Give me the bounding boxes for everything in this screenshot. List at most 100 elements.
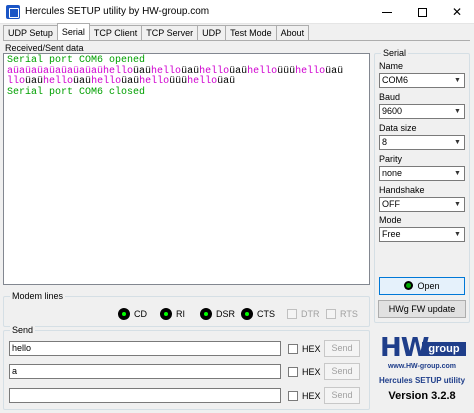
received-segment: üüü <box>277 65 296 77</box>
app-name: Hercules SETUP utility <box>378 376 466 385</box>
received-label: Received/Sent data <box>5 43 84 53</box>
ri-led-icon <box>160 308 172 320</box>
logo-group-text: group <box>422 342 466 356</box>
open-button[interactable]: Open <box>379 277 465 295</box>
logo-url: www.HW-group.com <box>387 363 457 370</box>
hex-label-1: HEX <box>302 344 321 354</box>
received-segment: üaü <box>25 76 44 87</box>
received-segment: üüü <box>169 76 188 87</box>
cts-label: CTS <box>257 309 275 319</box>
received-segment: Serial port COM6 closed <box>7 86 146 98</box>
send-button-2[interactable]: Send <box>324 363 360 380</box>
open-label: Open <box>417 281 440 291</box>
cts-led-icon <box>241 308 253 320</box>
modem-lines-group: Modem lines CD RI DSR CTS DTR RTS <box>3 291 370 327</box>
received-segment: Serial port COM6 opened <box>7 55 146 66</box>
send-title: Send <box>10 325 36 336</box>
dsr-label: DSR <box>216 309 236 319</box>
chevron-down-icon: ▼ <box>454 170 461 177</box>
received-segment: aüaüaüaüaüaüaüaü <box>7 65 104 77</box>
name-select[interactable]: COM6 ▼ <box>379 73 465 88</box>
send-input-3[interactable] <box>9 388 281 403</box>
data-size-label: Data size <box>379 123 417 133</box>
hex-checkbox-2[interactable] <box>288 367 298 377</box>
chevron-down-icon: ▼ <box>454 77 461 84</box>
name-value: COM6 <box>382 75 409 85</box>
hwg-fw-update-button[interactable]: HWg FW update <box>378 300 466 318</box>
received-segment: üaü <box>73 76 92 87</box>
cd-led-icon <box>118 308 130 320</box>
chevron-down-icon: ▼ <box>454 139 461 146</box>
dtr-label: DTR <box>301 309 320 319</box>
status-led-icon <box>404 281 414 290</box>
handshake-select[interactable]: OFF ▼ <box>379 197 465 212</box>
chevron-down-icon: ▼ <box>454 231 461 238</box>
received-segment: hello <box>199 65 230 77</box>
baud-select[interactable]: 9600 ▼ <box>379 104 465 119</box>
baud-value: 9600 <box>382 106 403 116</box>
hex-checkbox-1[interactable] <box>288 344 298 354</box>
received-segment: üaü <box>217 76 236 87</box>
rts-checkbox[interactable] <box>326 309 336 319</box>
received-segment: hello <box>187 76 218 87</box>
close-button[interactable]: ✕ <box>440 0 474 24</box>
chevron-down-icon: ▼ <box>454 108 461 115</box>
send-button-3[interactable]: Send <box>324 387 360 404</box>
rts-label: RTS <box>340 309 358 319</box>
received-segment: üaü <box>229 65 248 77</box>
received-segment: hello <box>91 76 122 87</box>
mode-value: Free <box>382 229 401 239</box>
ri-label: RI <box>176 309 185 319</box>
minimize-icon <box>382 11 392 13</box>
tab-serial[interactable]: Serial <box>56 23 90 40</box>
handshake-label: Handshake <box>379 185 425 195</box>
received-segment: llo <box>7 76 26 87</box>
mode-select[interactable]: Free ▼ <box>379 227 465 242</box>
dtr-checkbox[interactable] <box>287 309 297 319</box>
dsr-led-icon <box>200 308 212 320</box>
chevron-down-icon: ▼ <box>454 201 461 208</box>
hex-label-2: HEX <box>302 367 321 377</box>
minimize-button[interactable] <box>370 0 404 24</box>
parity-value: none <box>382 168 403 178</box>
app-version: Version 3.2.8 <box>388 390 456 402</box>
received-line: Serial port COM6 closed <box>7 86 366 99</box>
maximize-button[interactable] <box>405 0 439 24</box>
cd-label: CD <box>134 309 147 319</box>
title-bar: Hercules SETUP utility by HW-group.com ✕ <box>0 0 474 24</box>
maximize-icon <box>417 7 427 17</box>
received-segment: hello <box>247 65 278 77</box>
modem-lines-title: Modem lines <box>10 291 66 302</box>
received-segment: üaü <box>121 76 140 87</box>
tab-udp-setup[interactable]: UDP Setup <box>3 25 58 40</box>
window-title: Hercules SETUP utility by HW-group.com <box>25 6 210 17</box>
name-label: Name <box>379 61 404 71</box>
received-data-area[interactable]: Serial port COM6 opened aüaüaüaüaüaüaüaüh… <box>3 53 370 285</box>
tab-tcp-server[interactable]: TCP Server <box>141 25 199 40</box>
received-segment: üaü <box>133 65 152 77</box>
received-segment: üaü <box>325 65 344 77</box>
tab-udp[interactable]: UDP <box>197 25 227 40</box>
send-button-1[interactable]: Send <box>324 340 360 357</box>
tab-divider <box>3 40 470 41</box>
data-size-select[interactable]: 8 ▼ <box>379 135 465 150</box>
send-input-1[interactable]: hello <box>9 341 281 356</box>
received-segment: üaü <box>181 65 200 77</box>
tab-test-mode[interactable]: Test Mode <box>225 25 277 40</box>
hw-group-logo: HW group www.HW-group.com Hercules SETUP… <box>378 333 466 411</box>
tab-bar: UDP Setup Serial TCP Client TCP Server U… <box>3 23 310 41</box>
handshake-value: OFF <box>382 199 400 209</box>
received-segment: hello <box>295 65 326 77</box>
parity-label: Parity <box>379 154 403 164</box>
serial-group: Serial Name COM6 ▼ Baud 9600 ▼ Data size 8… <box>374 48 470 323</box>
baud-label: Baud <box>379 92 401 102</box>
send-input-2[interactable]: a <box>9 364 281 379</box>
received-segment: hello <box>103 65 134 77</box>
tab-tcp-client[interactable]: TCP Client <box>88 25 143 40</box>
parity-select[interactable]: none ▼ <box>379 166 465 181</box>
tab-about[interactable]: About <box>275 25 310 40</box>
received-segment: hello <box>151 65 182 77</box>
data-size-value: 8 <box>382 137 388 147</box>
serial-title: Serial <box>381 48 409 59</box>
hex-checkbox-3[interactable] <box>288 391 298 401</box>
